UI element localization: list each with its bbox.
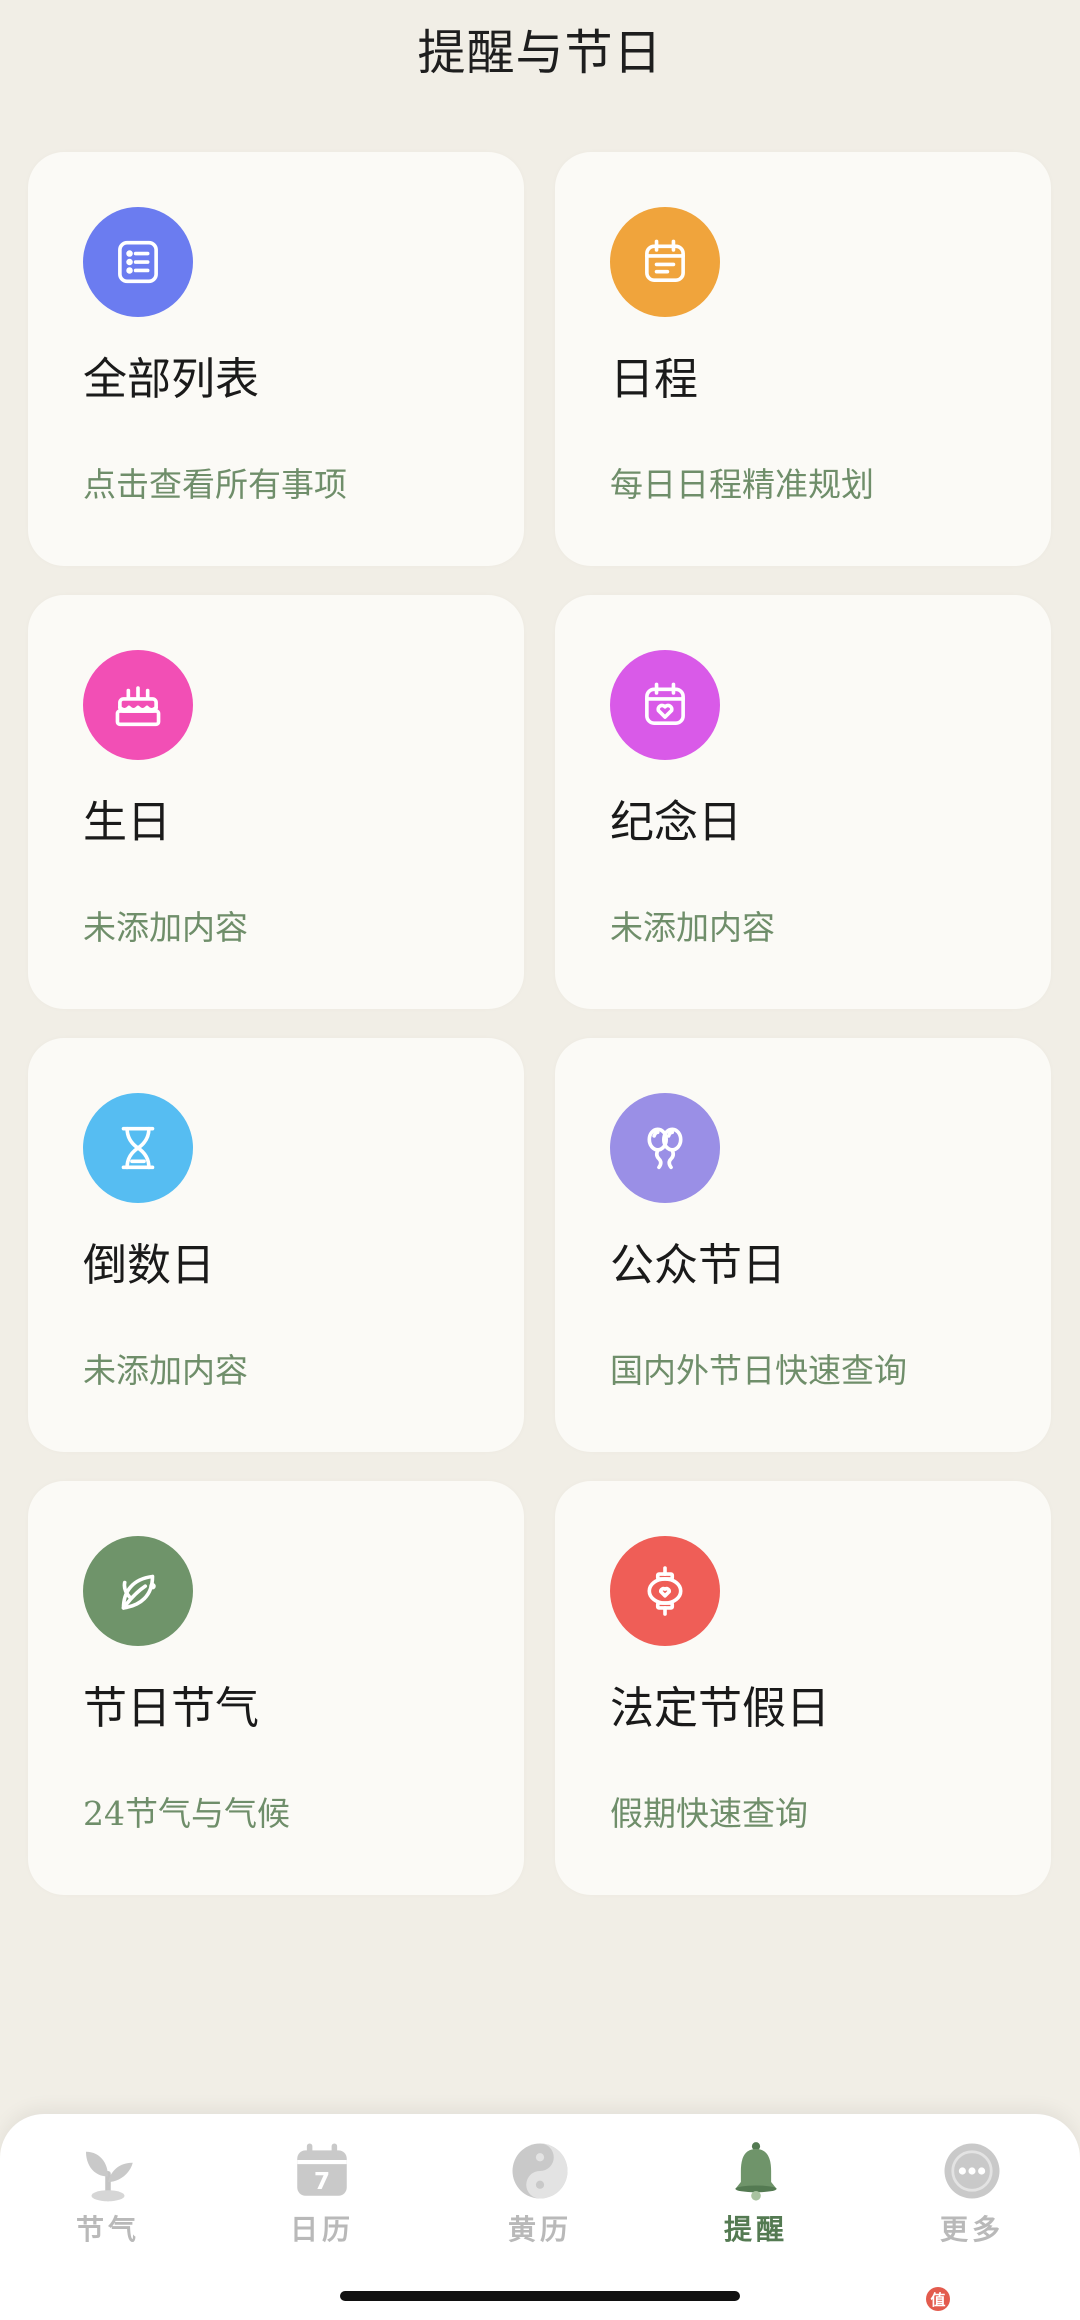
card-title: 公众节日 [610,1240,786,1291]
card-birthday[interactable]: 生日 未添加内容 [28,595,524,1009]
card-subtitle: 国内外节日快速查询 [610,1351,907,1390]
bottom-tab-bar: 节气 7 日历 黄历 提醒 更多 [0,2114,1080,2320]
card-subtitle: 每日日程精准规划 [610,465,874,504]
card-countdown[interactable]: 倒数日 未添加内容 [28,1038,524,1452]
calendar-7-icon: 7 [289,2138,355,2204]
card-subtitle: 未添加内容 [610,908,775,947]
tab-reminders[interactable]: 提醒 [696,2138,816,2258]
tab-label: 节气 [75,2213,140,2246]
tab-solar-terms[interactable]: 节气 [48,2138,168,2258]
tab-label: 提醒 [723,2213,788,2246]
cake-icon [83,650,193,760]
card-schedule[interactable]: 日程 每日日程精准规划 [555,152,1051,566]
card-title: 纪念日 [610,797,742,848]
svg-text:7: 7 [314,2167,330,2195]
heart-calendar-icon [610,650,720,760]
bell-icon [723,2138,789,2204]
card-title: 生日 [83,797,171,848]
card-all-list[interactable]: 全部列表 点击查看所有事项 [28,152,524,566]
card-title: 节日节气 [83,1683,259,1734]
tab-calendar[interactable]: 7 日历 [262,2138,382,2258]
sprout-icon [75,2138,141,2204]
balloons-icon [610,1093,720,1203]
card-statutory-holidays[interactable]: 法定节假日 假期快速查询 [555,1481,1051,1895]
yin-yang-icon [507,2138,573,2204]
watermark-badge: 值 [925,2287,950,2311]
card-public-holidays[interactable]: 公众节日 国内外节日快速查询 [555,1038,1051,1452]
card-subtitle: 24节气与气候 [83,1794,290,1833]
watermark-text: 什么值得买 [955,2289,1066,2314]
card-anniversary[interactable]: 纪念日 未添加内容 [555,595,1051,1009]
card-title: 倒数日 [83,1240,215,1291]
tab-more[interactable]: 更多 [912,2138,1032,2258]
tab-label: 黄历 [507,2213,572,2246]
tab-label: 日历 [289,2213,354,2246]
more-dots-icon [939,2138,1005,2204]
home-indicator [340,2291,740,2301]
card-title: 全部列表 [83,354,259,405]
watermark: 值 什么值得买 [925,2283,1066,2315]
list-icon [83,207,193,317]
card-subtitle: 未添加内容 [83,1351,248,1390]
hourglass-icon [83,1093,193,1203]
card-subtitle: 假期快速查询 [610,1794,808,1833]
feature-grid: 全部列表 点击查看所有事项 日程 每日日程精准规划 生日 未添加内容 纪念日 未… [0,0,1080,1900]
card-subtitle: 点击查看所有事项 [83,465,347,504]
card-title: 日程 [610,354,698,405]
tab-label: 更多 [939,2213,1004,2246]
calendar-icon [610,207,720,317]
card-solar-terms[interactable]: 节日节气 24节气与气候 [28,1481,524,1895]
tab-almanac[interactable]: 黄历 [480,2138,600,2258]
card-title: 法定节假日 [610,1683,830,1734]
lantern-icon [610,1536,720,1646]
card-subtitle: 未添加内容 [83,908,248,947]
leaf-icon [83,1536,193,1646]
